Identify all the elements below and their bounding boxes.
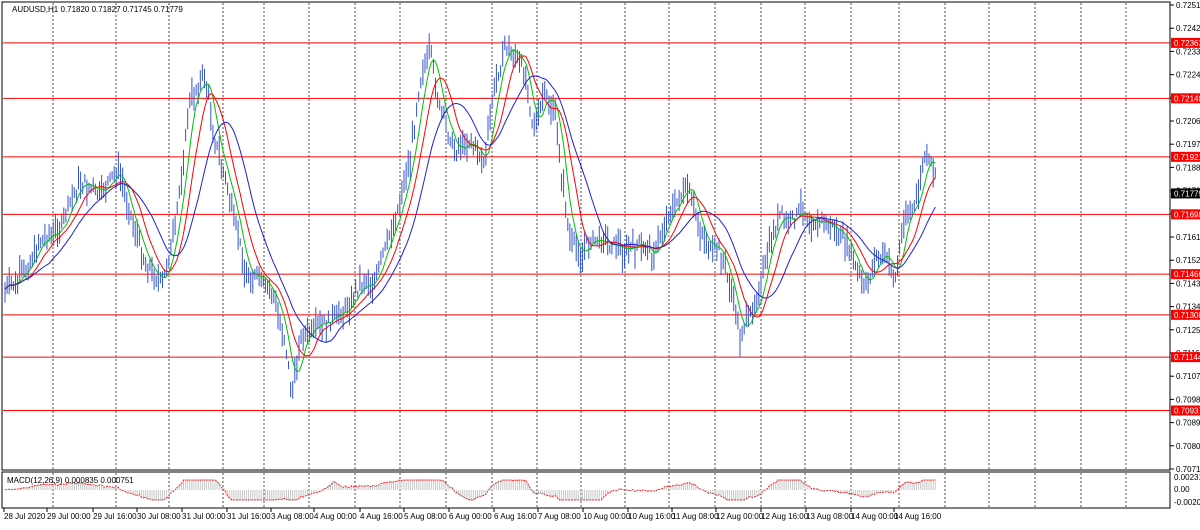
time-label: 3 Aug 08:00 [271, 512, 314, 521]
time-label: 28 Jul 2020 [4, 512, 46, 521]
price-label: 0.72420 [1176, 24, 1200, 33]
time-label: 10 Aug 16:00 [628, 512, 676, 521]
macd-scale-label: -0.00209 [1174, 498, 1200, 507]
time-label: 12 Aug 16:00 [761, 512, 809, 521]
macd-indicator-label: MACD(12,26,9) 0.000835 0.000751 [7, 476, 134, 485]
price-label: 0.71070 [1176, 372, 1200, 381]
level-tag-label: 0.72363 [1174, 39, 1200, 48]
time-label: 12 Aug 00:00 [716, 512, 764, 521]
time-label: 31 Jul 16:00 [227, 512, 271, 521]
price-label: 0.70980 [1176, 395, 1200, 404]
level-tag-label: 0.71144 [1174, 353, 1200, 362]
time-label: 30 Jul 08:00 [137, 512, 181, 521]
level-tag-label: 0.71921 [1174, 153, 1200, 162]
price-label: 0.70800 [1176, 442, 1200, 451]
time-label: 6 Aug 00:00 [449, 512, 492, 521]
time-label: 29 Jul 00:00 [47, 512, 91, 521]
time-label: 4 Aug 16:00 [360, 512, 403, 521]
time-label: 13 Aug 08:00 [806, 512, 854, 521]
price-label: 0.71520 [1176, 256, 1200, 265]
time-label: 7 Aug 08:00 [538, 512, 581, 521]
macd-scale-label: 0.00 [1174, 485, 1190, 494]
price-label: 0.72330 [1176, 47, 1200, 56]
macd-scale-label: 0.002315 [1174, 473, 1200, 482]
level-tag-label: 0.72148 [1174, 94, 1200, 103]
time-label: 6 Aug 16:00 [494, 512, 537, 521]
price-label: 0.72240 [1176, 71, 1200, 80]
time-label: 10 Aug 00:00 [583, 512, 631, 521]
price-label: 0.72060 [1176, 117, 1200, 126]
price-label: 0.70890 [1176, 419, 1200, 428]
chart-canvas[interactable]: 0.725100.724200.723300.722400.721500.720… [0, 0, 1200, 525]
time-label: 11 Aug 08:00 [672, 512, 719, 521]
price-label: 0.71880 [1176, 163, 1200, 172]
level-tag-label: 0.71466 [1174, 270, 1200, 279]
level-tag-label: 0.71308 [1174, 311, 1200, 320]
time-label: 5 Aug 08:00 [404, 512, 447, 521]
symbol-info-label: AUDUSD,H1 0.71820 0.71827 0.71745 0.7177… [12, 5, 183, 14]
metatrader-chart-window: 0.725100.724200.723300.722400.721500.720… [0, 0, 1200, 525]
time-label: 29 Jul 16:00 [93, 512, 137, 521]
time-label: 14 Aug 00:00 [851, 512, 899, 521]
time-label: 31 Jul 00:00 [182, 512, 226, 521]
price-label: 0.71430 [1176, 279, 1200, 288]
time-label: 4 Aug 00:00 [314, 512, 357, 521]
chart-background [0, 0, 1200, 525]
level-tag-label: 0.70937 [1174, 406, 1200, 415]
price-label: 0.71970 [1176, 140, 1200, 149]
price-label: 0.71250 [1176, 326, 1200, 335]
time-label: 14 Aug 16:00 [894, 512, 942, 521]
price-label: 0.71610 [1176, 233, 1200, 242]
price-label: 0.72510 [1176, 1, 1200, 10]
level-tag-label: 0.71698 [1174, 210, 1200, 219]
current-price-label: 0.71779 [1174, 189, 1200, 198]
